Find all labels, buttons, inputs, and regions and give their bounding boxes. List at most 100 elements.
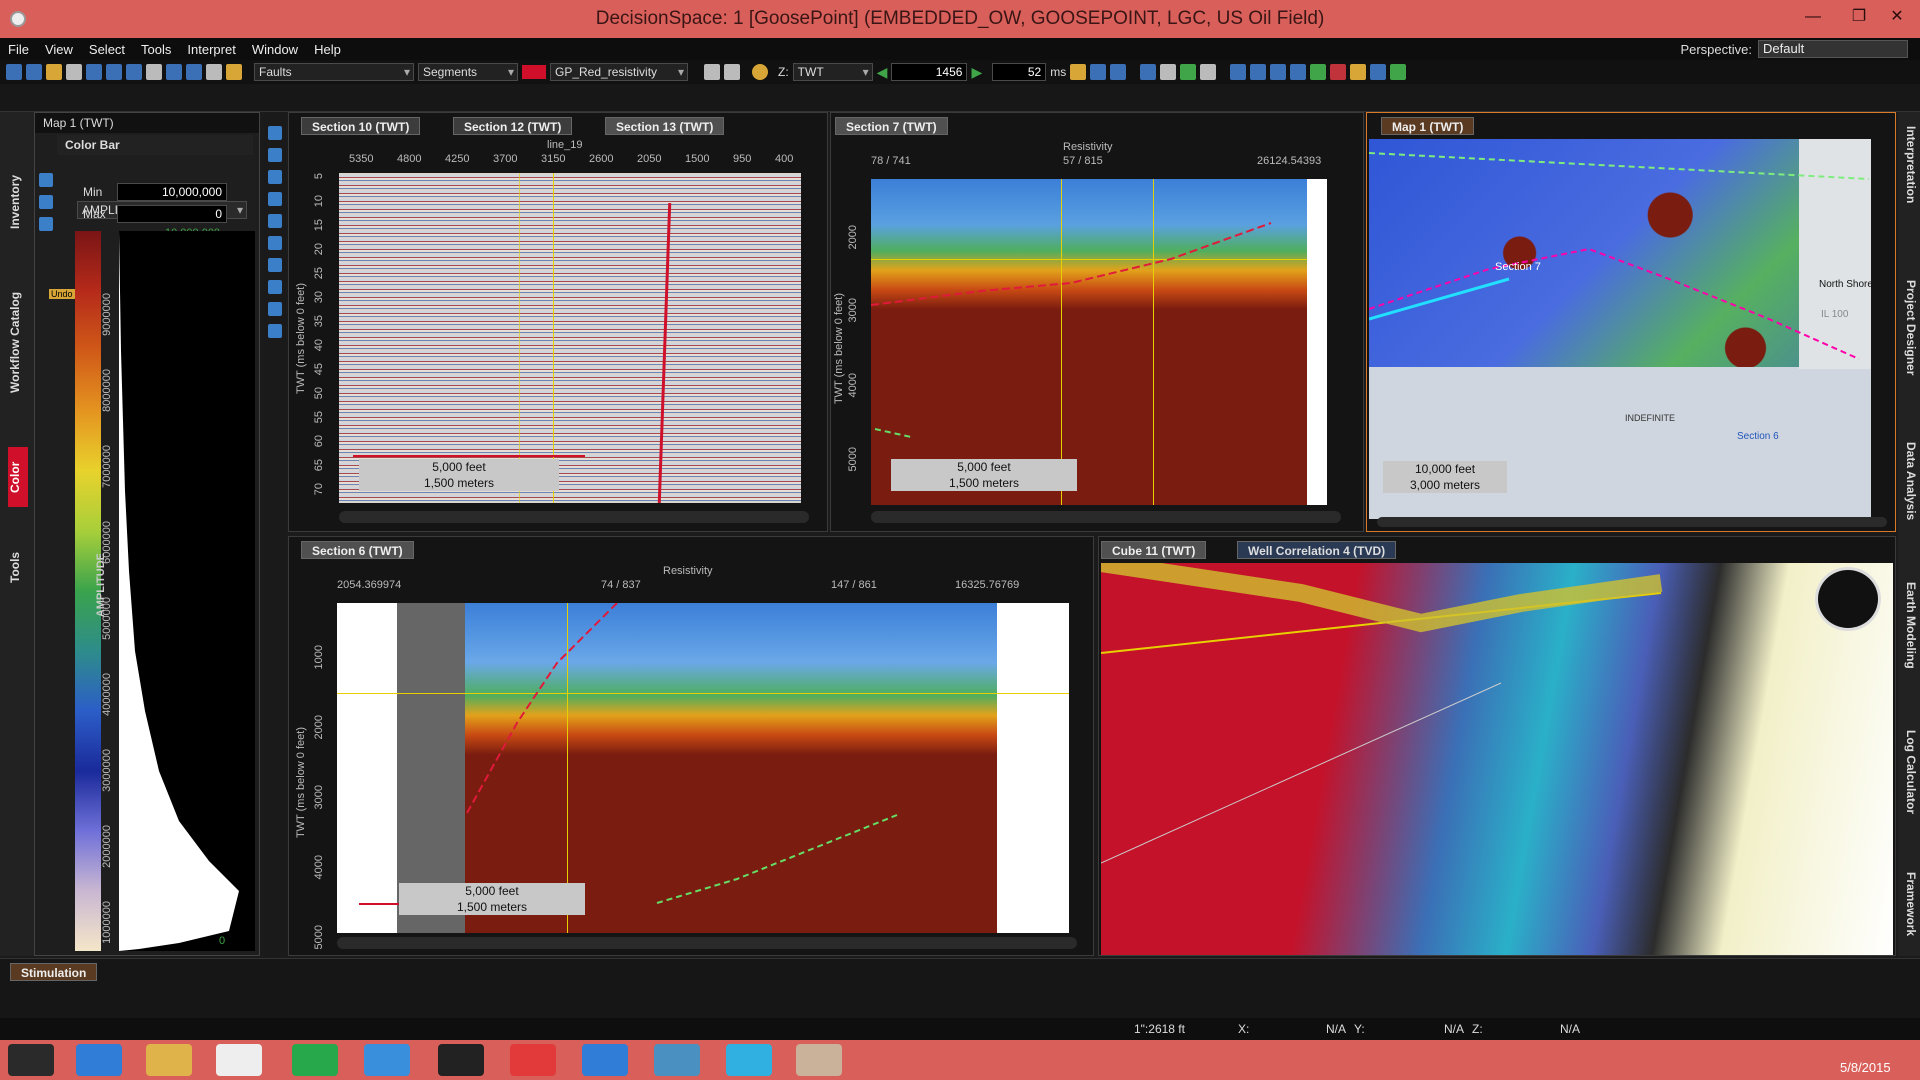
step-back-icon[interactable]: ◀ [877, 64, 888, 81]
perspective-dropdown[interactable]: Default [1758, 40, 1908, 58]
terminal-icon[interactable] [438, 1044, 484, 1076]
horizontal-scrollbar[interactable] [339, 511, 809, 523]
arrow-icon[interactable] [1200, 64, 1217, 80]
house-icon[interactable] [1110, 64, 1127, 80]
zoom-in-icon[interactable] [268, 126, 282, 140]
camera-icon[interactable] [206, 64, 222, 80]
redo-arrow-icon[interactable] [724, 64, 740, 80]
crosshair-icon[interactable] [1390, 64, 1407, 80]
triangle-icon[interactable] [1270, 64, 1287, 80]
menu-window[interactable]: Window [244, 42, 306, 57]
close-button[interactable]: ✕ [1874, 4, 1920, 32]
open-icon[interactable] [26, 64, 42, 80]
app-icon[interactable] [216, 1044, 262, 1076]
menu-tools[interactable]: Tools [133, 42, 179, 57]
horizontal-scrollbar[interactable] [337, 937, 1077, 949]
tab-project-designer[interactable]: Project Designer [1900, 280, 1918, 410]
ie-icon[interactable] [76, 1044, 122, 1076]
tab-log-calculator[interactable]: Log Calculator [1900, 730, 1918, 850]
key-icon[interactable] [1180, 64, 1197, 80]
well-icon[interactable] [268, 302, 282, 316]
grid-icon[interactable] [1230, 64, 1247, 80]
dots-icon[interactable] [1290, 64, 1307, 80]
tab-section6[interactable]: Section 6 (TWT) [301, 541, 414, 559]
horizontal-scrollbar[interactable] [871, 511, 1341, 523]
tab-data-analysis[interactable]: Data Analysis [1900, 442, 1918, 552]
start-button-icon[interactable] [8, 1044, 54, 1076]
menu-interpret[interactable]: Interpret [179, 42, 243, 57]
layers-icon[interactable] [268, 324, 282, 338]
tab-section10[interactable]: Section 10 (TWT) [301, 117, 421, 135]
rotate-icon[interactable] [126, 64, 142, 80]
time-value-field[interactable]: 1456 [891, 63, 968, 81]
paint-icon[interactable] [654, 1044, 700, 1076]
folder-icon[interactable] [46, 64, 62, 80]
tab-inventory[interactable]: Inventory [8, 162, 28, 242]
explorer-icon[interactable] [146, 1044, 192, 1076]
pick-icon[interactable] [268, 236, 282, 250]
pointer-icon[interactable] [86, 64, 102, 80]
menu-select[interactable]: Select [81, 42, 133, 57]
tab-earth-modeling[interactable]: Earth Modeling [1900, 582, 1918, 702]
seismic-image[interactable] [339, 173, 801, 503]
step-value-field[interactable]: 52 [992, 63, 1047, 81]
skype-icon[interactable] [726, 1044, 772, 1076]
window-icon[interactable] [186, 64, 202, 80]
domain-dropdown[interactable]: TWT [792, 63, 873, 81]
home-icon[interactable] [1090, 64, 1107, 80]
settings-icon[interactable] [1070, 64, 1087, 80]
store-icon[interactable] [292, 1044, 338, 1076]
navigation-compass-icon[interactable] [1815, 567, 1881, 631]
min-field[interactable]: 10,000,000 [117, 183, 227, 201]
bookmark-icon[interactable] [1140, 64, 1157, 80]
max-field[interactable]: 0 [117, 205, 227, 223]
tab-section13[interactable]: Section 13 (TWT) [605, 117, 725, 135]
list-icon[interactable] [1250, 64, 1267, 80]
chat-icon[interactable] [510, 1044, 556, 1076]
tab-well-correlation4[interactable]: Well Correlation 4 (TVD) [1237, 541, 1397, 559]
menu-help[interactable]: Help [306, 42, 349, 57]
minimize-button[interactable]: — [1790, 4, 1836, 32]
resistivity-image[interactable] [871, 179, 1327, 505]
horizon-icon[interactable] [268, 280, 282, 294]
undo-arrow-icon[interactable] [704, 64, 720, 80]
window-icon[interactable] [582, 1044, 628, 1076]
cursor-icon[interactable] [1350, 64, 1367, 80]
property-dropdown[interactable]: GP_Red_resistivity [550, 63, 688, 81]
measure-icon[interactable] [268, 214, 282, 228]
layers-icon[interactable] [1370, 64, 1387, 80]
tab-map1[interactable]: Map 1 (TWT) [1381, 117, 1475, 135]
tab-workflow-catalog[interactable]: Workflow Catalog [8, 272, 28, 412]
save-icon[interactable] [6, 64, 22, 80]
step-forward-icon[interactable]: ▶ [971, 64, 982, 81]
decisionspace-icon[interactable] [796, 1044, 842, 1076]
zoom-out-icon[interactable] [268, 148, 282, 162]
faults-dropdown[interactable]: Faults [254, 63, 414, 81]
print-icon[interactable] [66, 64, 82, 80]
sun-icon[interactable] [752, 64, 768, 80]
pencil-icon[interactable] [226, 64, 242, 80]
tab-interpretation[interactable]: Interpretation [1900, 126, 1918, 246]
globe-icon[interactable] [1310, 64, 1327, 80]
record-icon[interactable] [1330, 64, 1347, 80]
tab-section12[interactable]: Section 12 (TWT) [453, 117, 573, 135]
color-swatch[interactable] [522, 65, 546, 79]
3d-view[interactable] [1101, 563, 1893, 955]
horizontal-scrollbar[interactable] [1377, 517, 1887, 527]
fault-icon[interactable] [268, 258, 282, 272]
menu-view[interactable]: View [37, 42, 81, 57]
pan-icon[interactable] [106, 64, 122, 80]
tab-section7[interactable]: Section 7 (TWT) [835, 117, 948, 135]
menu-file[interactable]: File [0, 42, 37, 57]
zoom-icon[interactable] [146, 64, 162, 80]
segments-dropdown[interactable]: Segments [418, 63, 518, 81]
outlook-icon[interactable] [364, 1044, 410, 1076]
refresh-icon[interactable] [39, 173, 53, 187]
tab-framework[interactable]: Framework [1900, 872, 1918, 952]
tab-stimulation[interactable]: Stimulation [10, 963, 98, 981]
flag-icon[interactable] [1160, 64, 1177, 80]
tab-tools[interactable]: Tools [8, 537, 28, 597]
pan-icon[interactable] [268, 170, 282, 184]
fit-icon[interactable] [268, 192, 282, 206]
palette-icon[interactable] [39, 195, 53, 209]
